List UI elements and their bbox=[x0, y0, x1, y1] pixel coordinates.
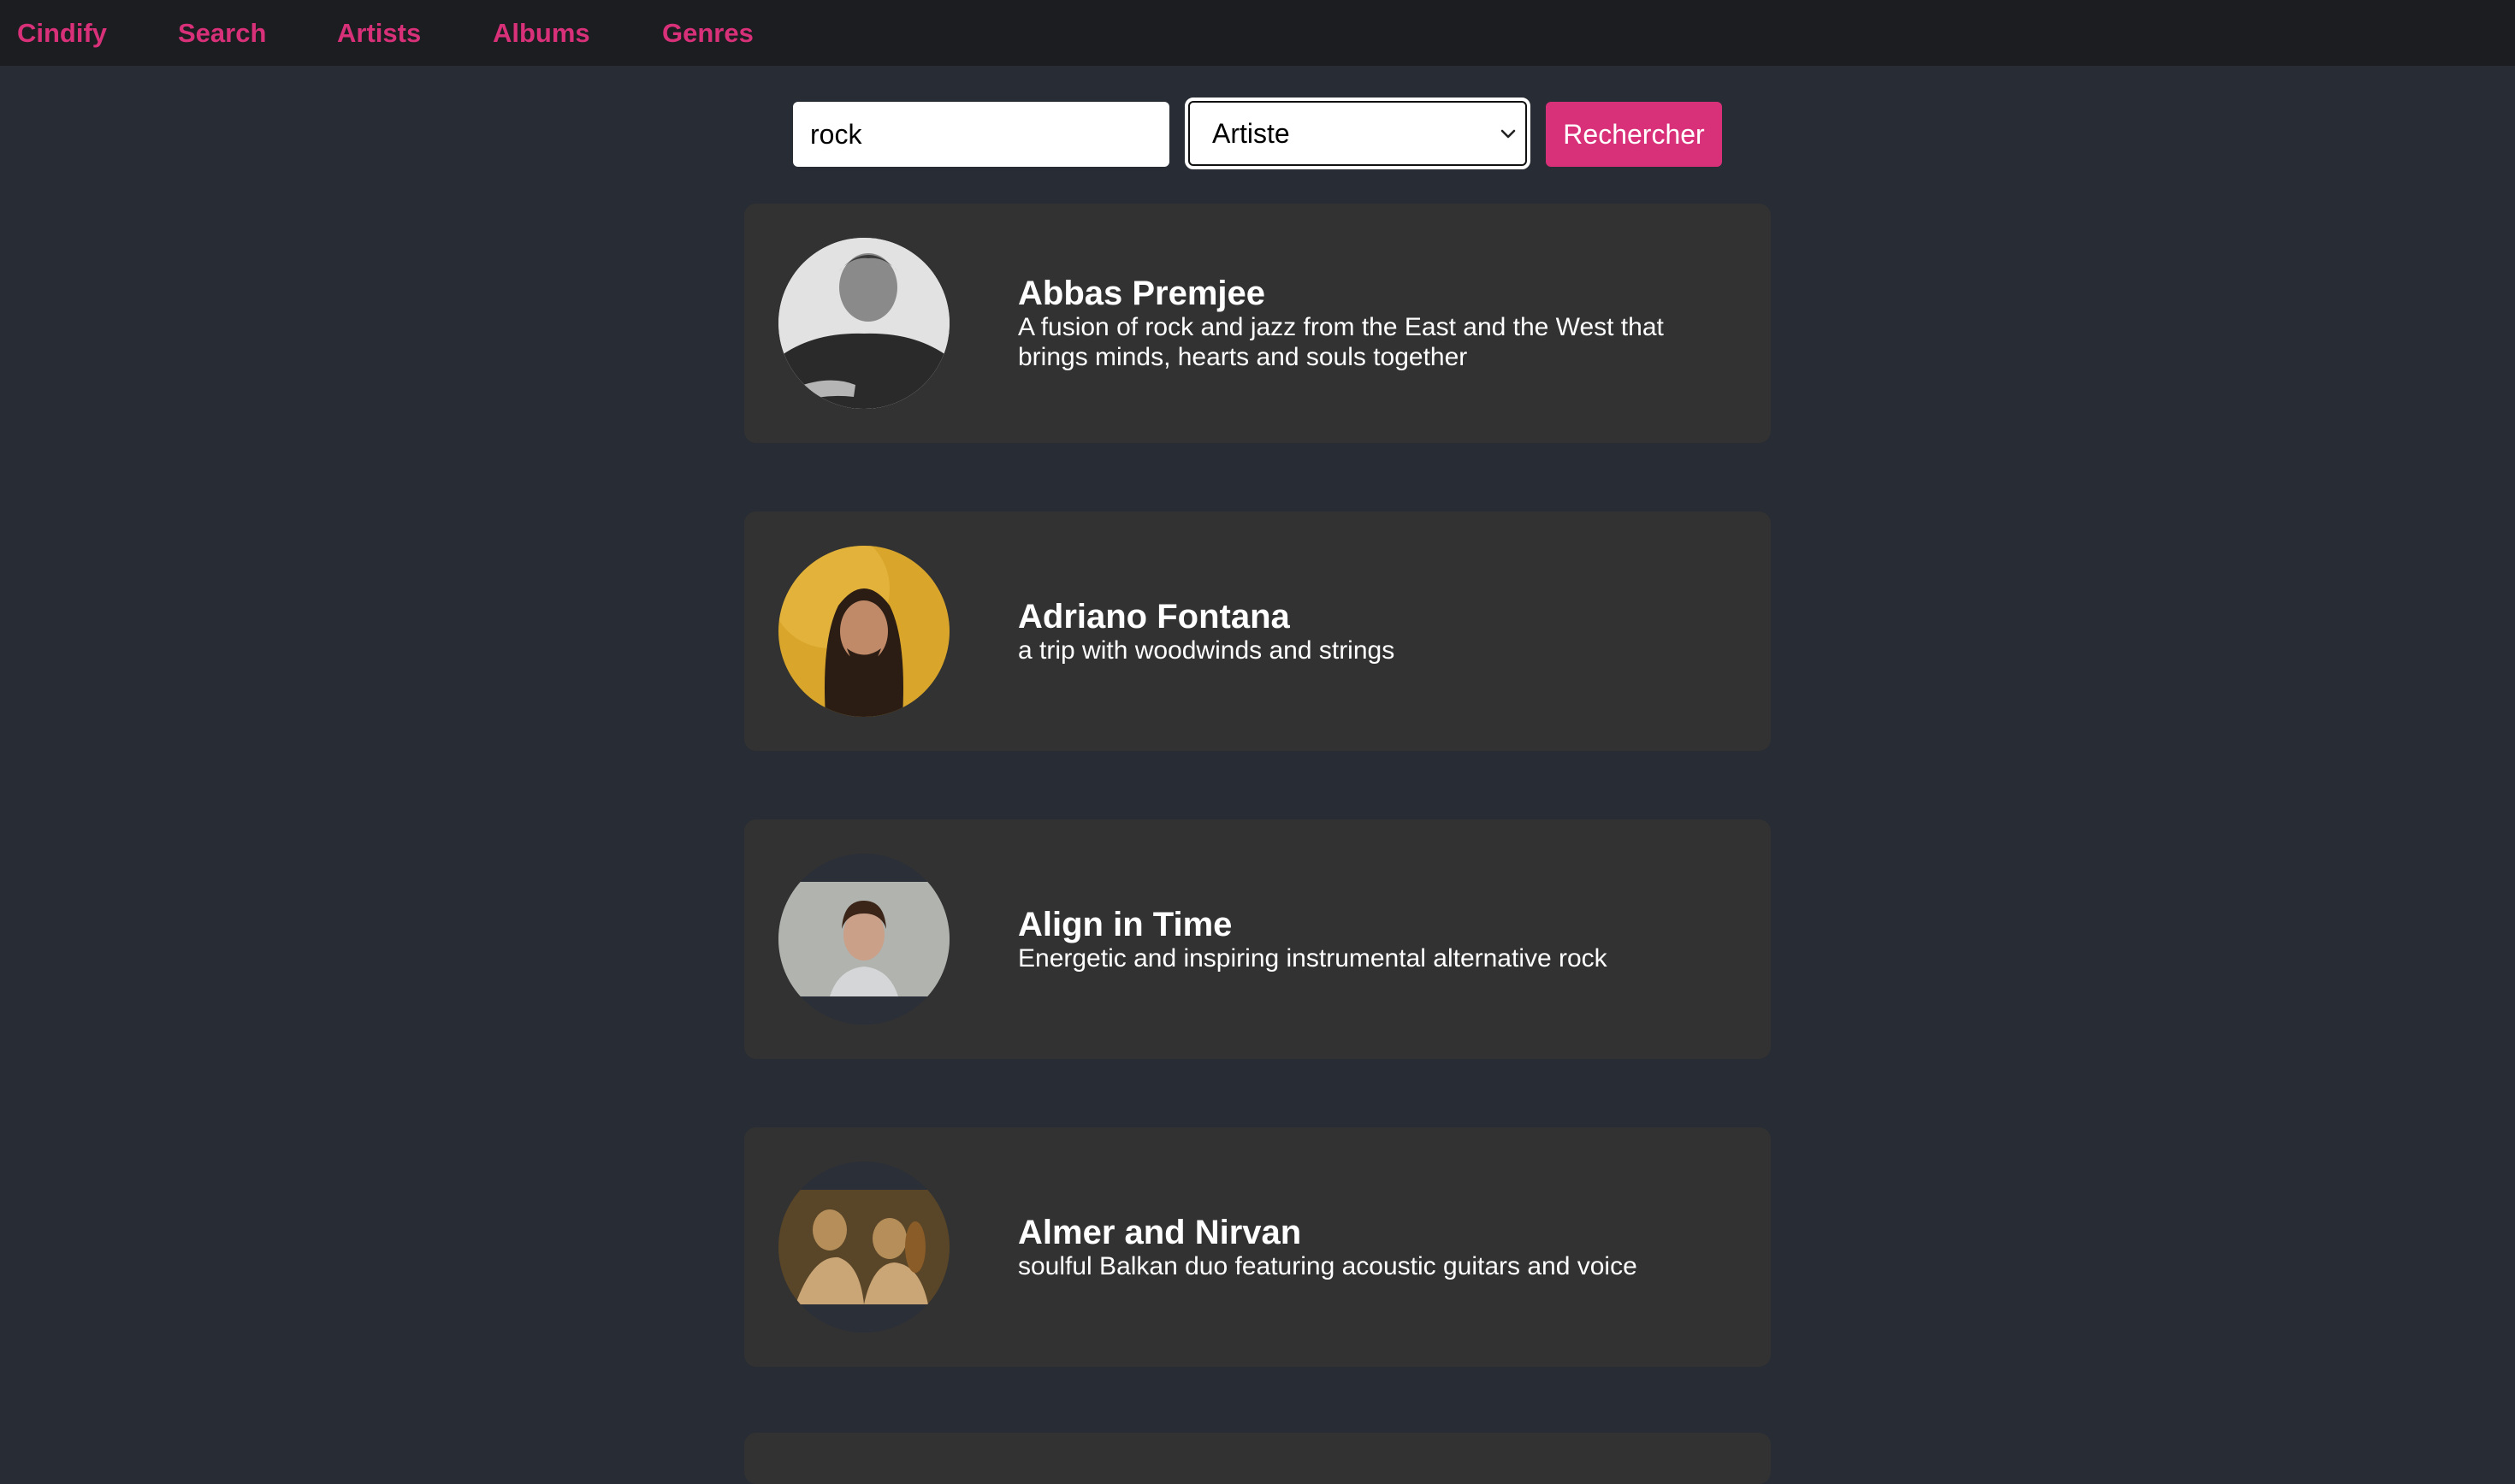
nav-brand-cindify[interactable]: Cindify bbox=[17, 0, 107, 66]
search-type-select[interactable]: Artiste bbox=[1185, 98, 1530, 169]
search-button[interactable]: Rechercher bbox=[1546, 102, 1722, 167]
artist-description: a trip with woodwinds and strings bbox=[1018, 636, 1395, 665]
search-type-selected-value: Artiste bbox=[1212, 118, 1290, 149]
search-input[interactable] bbox=[793, 102, 1169, 167]
artist-info: Almer and Nirvan soulful Balkan duo feat… bbox=[1018, 1127, 1702, 1367]
artist-description: Energetic and inspiring instrumental alt… bbox=[1018, 943, 1607, 973]
artist-card-almer-and-nirvan[interactable]: Almer and Nirvan soulful Balkan duo feat… bbox=[744, 1127, 1771, 1367]
chevron-down-icon bbox=[1500, 129, 1516, 139]
artist-name: Almer and Nirvan bbox=[1018, 1213, 1302, 1251]
nav-link-albums[interactable]: Albums bbox=[493, 0, 590, 66]
artist-card-adriano-fontana[interactable]: Adriano Fontana a trip with woodwinds an… bbox=[744, 511, 1771, 751]
top-navbar: Cindify Search Artists Albums Genres bbox=[0, 0, 2515, 66]
artist-card-align-in-time[interactable]: Align in Time Energetic and inspiring in… bbox=[744, 819, 1771, 1059]
artist-name: Align in Time bbox=[1018, 905, 1233, 943]
artist-info: Abbas Premjee A fusion of rock and jazz … bbox=[1018, 204, 1702, 443]
artist-name: Abbas Premjee bbox=[1018, 275, 1266, 312]
artist-card-abbas-premjee[interactable]: Abbas Premjee A fusion of rock and jazz … bbox=[744, 204, 1771, 443]
artist-avatar bbox=[778, 546, 950, 717]
nav-link-search[interactable]: Search bbox=[178, 0, 266, 66]
nav-link-genres[interactable]: Genres bbox=[662, 0, 754, 66]
nav-link-artists[interactable]: Artists bbox=[337, 0, 421, 66]
artist-info: Align in Time Energetic and inspiring in… bbox=[1018, 819, 1702, 1059]
artist-avatar bbox=[778, 854, 950, 1025]
artist-info: Adriano Fontana a trip with woodwinds an… bbox=[1018, 511, 1702, 751]
artist-avatar bbox=[778, 1162, 950, 1333]
artist-name: Adriano Fontana bbox=[1018, 597, 1290, 636]
artist-avatar bbox=[778, 238, 950, 409]
artist-description: soulful Balkan duo featuring acoustic gu… bbox=[1018, 1251, 1637, 1280]
artist-description: A fusion of rock and jazz from the East … bbox=[1018, 313, 1664, 371]
artist-card-partial[interactable] bbox=[744, 1433, 1771, 1484]
